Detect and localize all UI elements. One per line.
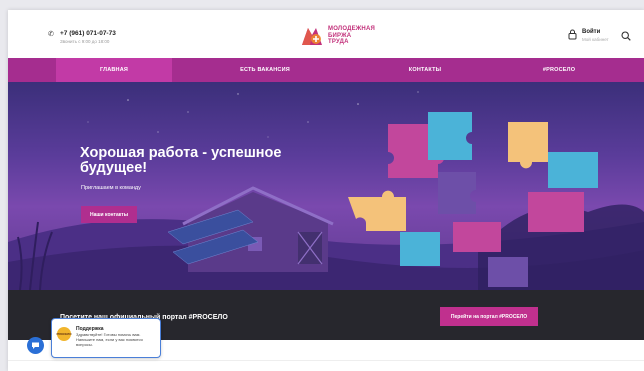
logo-text: МОЛОДЕЖНАЯ БИРЖА ТРУДА bbox=[328, 26, 375, 45]
portal-button[interactable]: Перейти на портал #PROCEЛО bbox=[440, 307, 538, 326]
logo-line: ТРУДА bbox=[328, 39, 349, 46]
avatar-text: PROCEЛО bbox=[56, 331, 72, 336]
phone-hours: Звонить с 9:00 до 18:00 bbox=[60, 39, 110, 44]
nav-item-procelo[interactable]: #PROCEЛО bbox=[492, 58, 626, 82]
login-button[interactable]: Войти Мой кабинет bbox=[568, 29, 609, 42]
search-icon[interactable] bbox=[621, 31, 631, 41]
divider bbox=[8, 360, 644, 361]
logo-icon bbox=[302, 28, 322, 45]
hero-subtitle: Приглашаем в команду bbox=[81, 185, 141, 191]
nav-item-contacts[interactable]: КОНТАКТЫ bbox=[358, 58, 492, 82]
logo-line: МОЛОДЕЖНАЯ bbox=[328, 26, 375, 33]
support-avatar: PROCEЛО bbox=[56, 327, 72, 341]
chat-message: Здравствуйте! Готовы помочь вам. Напишит… bbox=[76, 332, 143, 347]
hero-title: Хорошая работа - успешное будущее! bbox=[80, 145, 282, 176]
phone-block[interactable]: ✆ +7 (961) 071-07-73 Звонить с 9:00 до 1… bbox=[48, 30, 116, 44]
chat-open-button[interactable] bbox=[27, 337, 44, 354]
contacts-button[interactable]: Наши контакты bbox=[81, 206, 137, 223]
login-subtitle: Мой кабинет bbox=[582, 37, 609, 42]
main-nav: ГЛАВНАЯ ЕСТЬ ВАКАНСИЯ КОНТАКТЫ #PROCEЛО bbox=[8, 58, 644, 82]
hero-banner: Хорошая работа - успешное будущее! Пригл… bbox=[8, 82, 644, 290]
phone-number[interactable]: +7 (961) 071-07-73 bbox=[60, 30, 116, 37]
phone-icon: ✆ bbox=[48, 31, 54, 38]
login-title: Войти bbox=[582, 29, 601, 35]
chat-icon bbox=[32, 342, 39, 349]
lock-icon bbox=[568, 29, 577, 40]
header: ✆ +7 (961) 071-07-73 Звонить с 9:00 до 1… bbox=[8, 10, 644, 58]
chat-popup[interactable]: PROCEЛО Поддержка Здравствуйте! Готовы п… bbox=[51, 318, 161, 358]
site-logo[interactable]: МОЛОДЕЖНАЯ БИРЖА ТРУДА bbox=[300, 25, 375, 47]
page: ✆ +7 (961) 071-07-73 Звонить с 9:00 до 1… bbox=[8, 10, 644, 371]
nav-item-home[interactable]: ГЛАВНАЯ bbox=[56, 58, 172, 82]
nav-item-vacancy[interactable]: ЕСТЬ ВАКАНСИЯ bbox=[172, 58, 358, 82]
